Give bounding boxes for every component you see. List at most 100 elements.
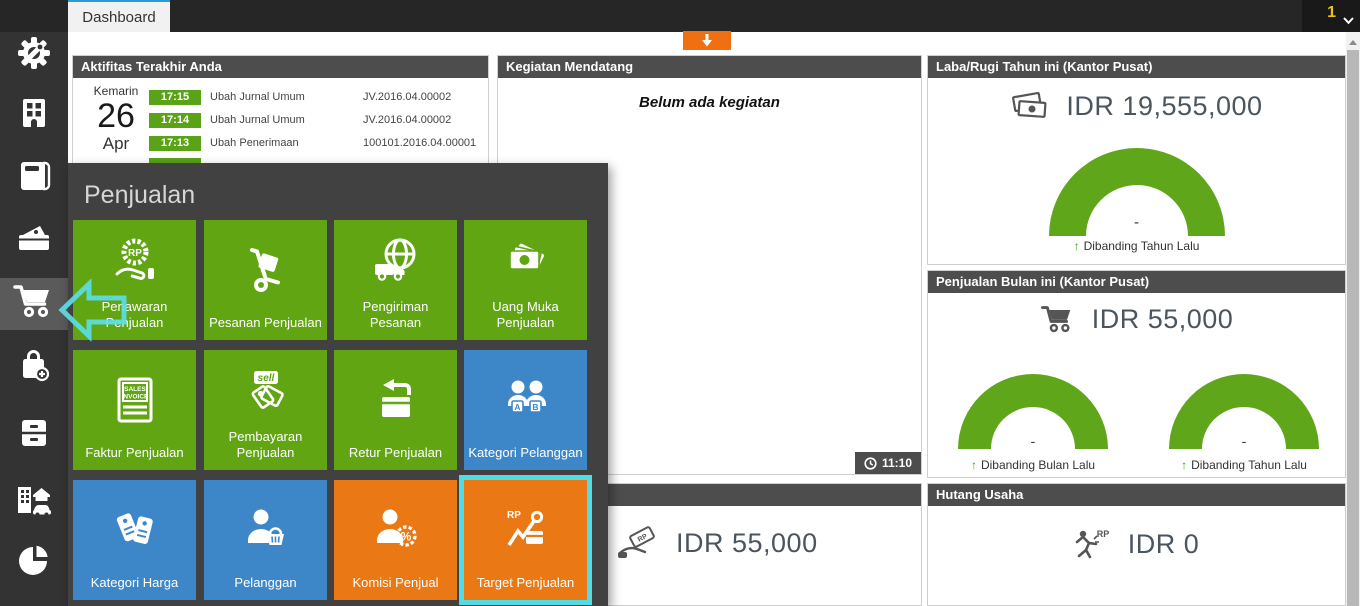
tile-kategori-harga[interactable]: Kategori Harga <box>73 480 196 600</box>
down-arrow-icon <box>701 34 713 47</box>
tile-label: Retur Penjualan <box>348 445 443 460</box>
sales-month-amount: IDR 55,000 <box>1091 303 1234 334</box>
sidebar-item-journals[interactable] <box>0 150 68 206</box>
sales-cart-icon <box>12 282 56 325</box>
svg-text:SALES: SALES <box>124 386 146 393</box>
sales-gauge-month-value: - <box>1030 433 1036 449</box>
return-card-arrow-icon <box>334 350 457 445</box>
money-fan-icon <box>464 220 587 299</box>
sidebar-item-reports[interactable] <box>0 534 68 590</box>
sidebar-item-settings[interactable] <box>0 27 68 83</box>
panel-sales-month: Penjualan Bulan ini (Kantor Pusat) IDR 5… <box>927 270 1346 478</box>
tile-pengiriman-pesanan[interactable]: Pengiriman Pesanan <box>334 220 457 340</box>
svg-text:A: A <box>514 402 520 412</box>
money-notes-icon <box>1010 90 1050 122</box>
notification-count[interactable]: 1 <box>1327 4 1336 22</box>
sidebar-item-sales[interactable] <box>0 275 68 331</box>
upcoming-empty-text: Belum ada kegiatan <box>639 94 780 111</box>
activity-time-badge: 17:14 <box>149 112 201 128</box>
fixed-assets-building-house-car-icon <box>14 483 54 522</box>
sales-month-amount-row: IDR 55,000 <box>928 303 1345 335</box>
profit-gauge-value: - <box>1134 214 1139 231</box>
two-people-ab-icon: A B <box>464 350 587 445</box>
tab-dashboard-label: Dashboard <box>82 8 156 26</box>
tile-pelanggan[interactable]: Pelanggan <box>204 480 327 600</box>
tile-label: Pembayaran Penjualan <box>228 429 303 460</box>
panel-sales-month-title: Penjualan Bulan ini (Kantor Pusat) <box>928 271 1345 293</box>
sales-gauge-year: - ↑ Dibanding Tahun Lalu <box>1169 374 1319 472</box>
activity-time-badge: 17:15 <box>149 89 201 105</box>
receivable-amount: IDR 55,000 <box>676 527 818 558</box>
purchases-bag-plus-icon <box>16 348 52 389</box>
up-arrow-icon: ↑ <box>1181 458 1188 472</box>
activity-row[interactable]: 17:14 Ubah Jurnal Umum JV.2016.04.00002 <box>149 112 451 128</box>
tile-label: Komisi Penjual <box>352 575 439 590</box>
sidebar-item-purchases[interactable] <box>0 340 68 396</box>
activity-action: Ubah Penerimaan <box>210 137 299 149</box>
sales-menu-title: Penjualan <box>84 181 196 209</box>
activity-row[interactable]: 17:15 Ubah Jurnal Umum JV.2016.04.00002 <box>149 89 451 105</box>
tile-label: Uang Muka Penjualan <box>492 299 559 330</box>
journal-book-icon <box>16 158 52 199</box>
sidebar-item-fixed-assets[interactable] <box>0 474 68 530</box>
activity-date-day: 26 <box>97 97 135 135</box>
clock-badge: 11:10 <box>854 452 921 474</box>
reports-pie-chart-icon <box>17 543 51 582</box>
tile-target-penjualan[interactable]: RP Target Penjualan <box>464 480 587 600</box>
profit-gauge-caption: ↑ Dibanding Tahun Lalu <box>1073 239 1200 253</box>
company-building-icon <box>17 96 51 135</box>
activity-doc-number: JV.2016.04.00002 <box>363 91 452 103</box>
tile-retur-penjualan[interactable]: Retur Penjualan <box>334 350 457 470</box>
profit-amount-row: IDR 19,555,000 <box>928 90 1345 122</box>
cart-icon <box>1040 303 1076 335</box>
vertical-scrollbar[interactable] <box>1346 32 1360 606</box>
panel-upcoming-title: Kegiatan Mendatang <box>498 56 921 78</box>
sales-gauge-year-caption: ↑ Dibanding Tahun Lalu <box>1181 458 1307 472</box>
activity-date-relative: Kemarin <box>93 84 139 98</box>
inventory-drawers-icon <box>17 416 51 455</box>
top-bar <box>0 0 1360 32</box>
svg-text:sell: sell <box>257 373 274 384</box>
chevron-down-icon[interactable] <box>1343 17 1354 25</box>
rp-target-trend-icon: RP <box>464 480 587 575</box>
tile-pembayaran-penjualan[interactable]: sell Pembayaran Penjualan <box>204 350 327 470</box>
clock-time: 11:10 <box>881 456 912 470</box>
tile-label: Kategori Pelanggan <box>468 445 583 460</box>
profit-amount: IDR 19,555,000 <box>1066 90 1263 121</box>
panel-activities-title: Aktifitas Terakhir Anda <box>73 56 488 78</box>
up-arrow-icon: ↑ <box>1073 239 1080 253</box>
sales-menu-overlay: Penjualan RP Penawaran Penjualan Pesanan… <box>68 163 608 606</box>
tile-uang-muka-penjualan[interactable]: Uang Muka Penjualan <box>464 220 587 340</box>
svg-text:B: B <box>532 402 538 412</box>
sidebar-item-cash-bank[interactable] <box>0 212 68 268</box>
svg-text:RP: RP <box>128 248 142 259</box>
tile-label: Target Penjualan <box>476 575 575 590</box>
cash-bank-wallet-icon <box>15 222 53 259</box>
scrollbar-thumb[interactable] <box>1347 50 1359 606</box>
tile-kategori-pelanggan[interactable]: A B Kategori Pelanggan <box>464 350 587 470</box>
tile-pesanan-penjualan[interactable]: Pesanan Penjualan <box>204 220 327 340</box>
tile-penawaran-penjualan[interactable]: RP Penawaran Penjualan <box>73 220 196 340</box>
collapse-down-button[interactable] <box>683 31 731 50</box>
activity-action: Ubah Jurnal Umum <box>210 114 305 126</box>
sidebar-item-inventory[interactable] <box>0 407 68 463</box>
up-arrow-icon: ↑ <box>970 458 977 472</box>
person-percent-icon: % <box>334 480 457 575</box>
activity-doc-number: 100101.2016.04.00001 <box>363 137 477 149</box>
sales-gauge-month: - ↑ Dibanding Bulan Lalu <box>958 374 1108 472</box>
svg-text:INVOICE: INVOICE <box>121 393 148 400</box>
tab-dashboard[interactable]: Dashboard <box>68 0 170 32</box>
tile-komisi-penjual[interactable]: % Komisi Penjual <box>334 480 457 600</box>
activity-doc-number: JV.2016.04.00002 <box>363 114 452 126</box>
sell-tags-icon: sell <box>204 350 327 429</box>
activity-row[interactable]: 17:13 Ubah Penerimaan 100101.2016.04.000… <box>149 135 476 151</box>
tile-faktur-penjualan[interactable]: SALES INVOICE Faktur Penjualan <box>73 350 196 470</box>
hand-rp-note-icon: RP <box>616 526 660 560</box>
scrollbar-up-arrow-icon[interactable] <box>1346 36 1360 48</box>
panel-profit-title: Laba/Rugi Tahun ini (Kantor Pusat) <box>928 56 1345 78</box>
sidebar-item-company[interactable] <box>0 87 68 143</box>
sales-invoice-doc-icon: SALES INVOICE <box>73 350 196 445</box>
tile-label: Kategori Harga <box>90 575 179 590</box>
activity-date: Kemarin 26 Apr <box>85 84 147 154</box>
panel-payable-title: Hutang Usaha <box>928 484 1345 506</box>
